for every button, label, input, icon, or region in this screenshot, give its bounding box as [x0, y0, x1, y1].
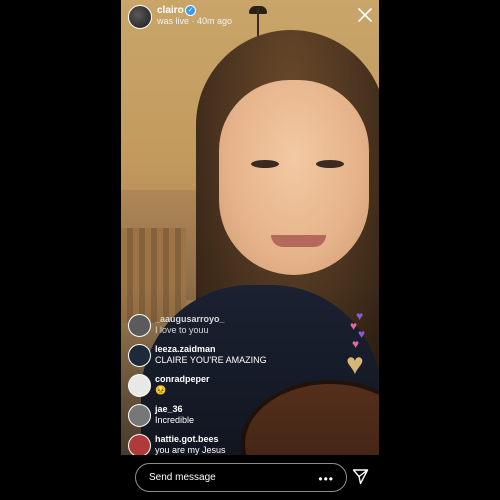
commenter-avatar[interactable] — [128, 314, 151, 337]
commenter-avatar[interactable] — [128, 404, 151, 427]
paper-plane-icon[interactable] — [352, 468, 369, 485]
comment-text: you are my Jesus — [155, 445, 226, 455]
heart-icon: ♥ — [350, 319, 358, 333]
heart-icon: ♥ — [346, 348, 364, 381]
live-status: was live · 40m ago — [157, 16, 233, 26]
comment-text: CLAIRE YOU'RE AMAZING — [155, 355, 267, 365]
commenter-username[interactable]: leeza.zaidman — [155, 344, 216, 354]
close-icon[interactable] — [358, 8, 372, 22]
commenter-username[interactable]: jae_36 — [155, 404, 183, 414]
more-dots-icon[interactable]: ••• — [318, 472, 334, 486]
comment-item: conradpeper 😣 — [126, 372, 371, 398]
person-mouth — [271, 235, 326, 247]
send-message-placeholder: Send message — [149, 472, 216, 483]
comment-text: I love to youu — [155, 325, 209, 335]
live-replay-screen: clairo ✓ was live · 40m ago _aaugusarroy… — [0, 0, 500, 500]
commenter-username[interactable]: conradpeper — [155, 374, 210, 384]
comment-item: jae_36 Incredible — [126, 402, 371, 428]
person-eye — [316, 160, 344, 168]
commenter-avatar[interactable] — [128, 344, 151, 367]
commenter-avatar[interactable] — [128, 374, 151, 397]
commenter-username[interactable]: _aaugusarroyo_ — [155, 314, 225, 324]
host-username[interactable]: clairo — [157, 5, 184, 16]
comment-text: Incredible — [155, 415, 195, 425]
comment-text: 😣 — [155, 385, 167, 395]
commenter-username[interactable]: hattie.got.bees — [155, 434, 219, 444]
live-header: clairo ✓ was live · 40m ago — [121, 0, 379, 34]
reaction-hearts: ♥ ♥ ♥ ♥ ♥ — [346, 310, 376, 385]
commenter-avatar[interactable] — [128, 434, 151, 457]
person-eye — [251, 160, 279, 168]
send-message-input[interactable]: Send message ••• — [135, 463, 347, 492]
comment-item: _aaugusarroyo_ I love to youu — [126, 312, 371, 338]
bottom-gradient — [121, 285, 379, 455]
host-avatar[interactable] — [128, 5, 152, 29]
comment-composer: Send message ••• — [121, 455, 379, 500]
comment-item: leeza.zaidman CLAIRE YOU'RE AMAZING — [126, 342, 371, 368]
verified-badge-icon: ✓ — [185, 5, 196, 16]
